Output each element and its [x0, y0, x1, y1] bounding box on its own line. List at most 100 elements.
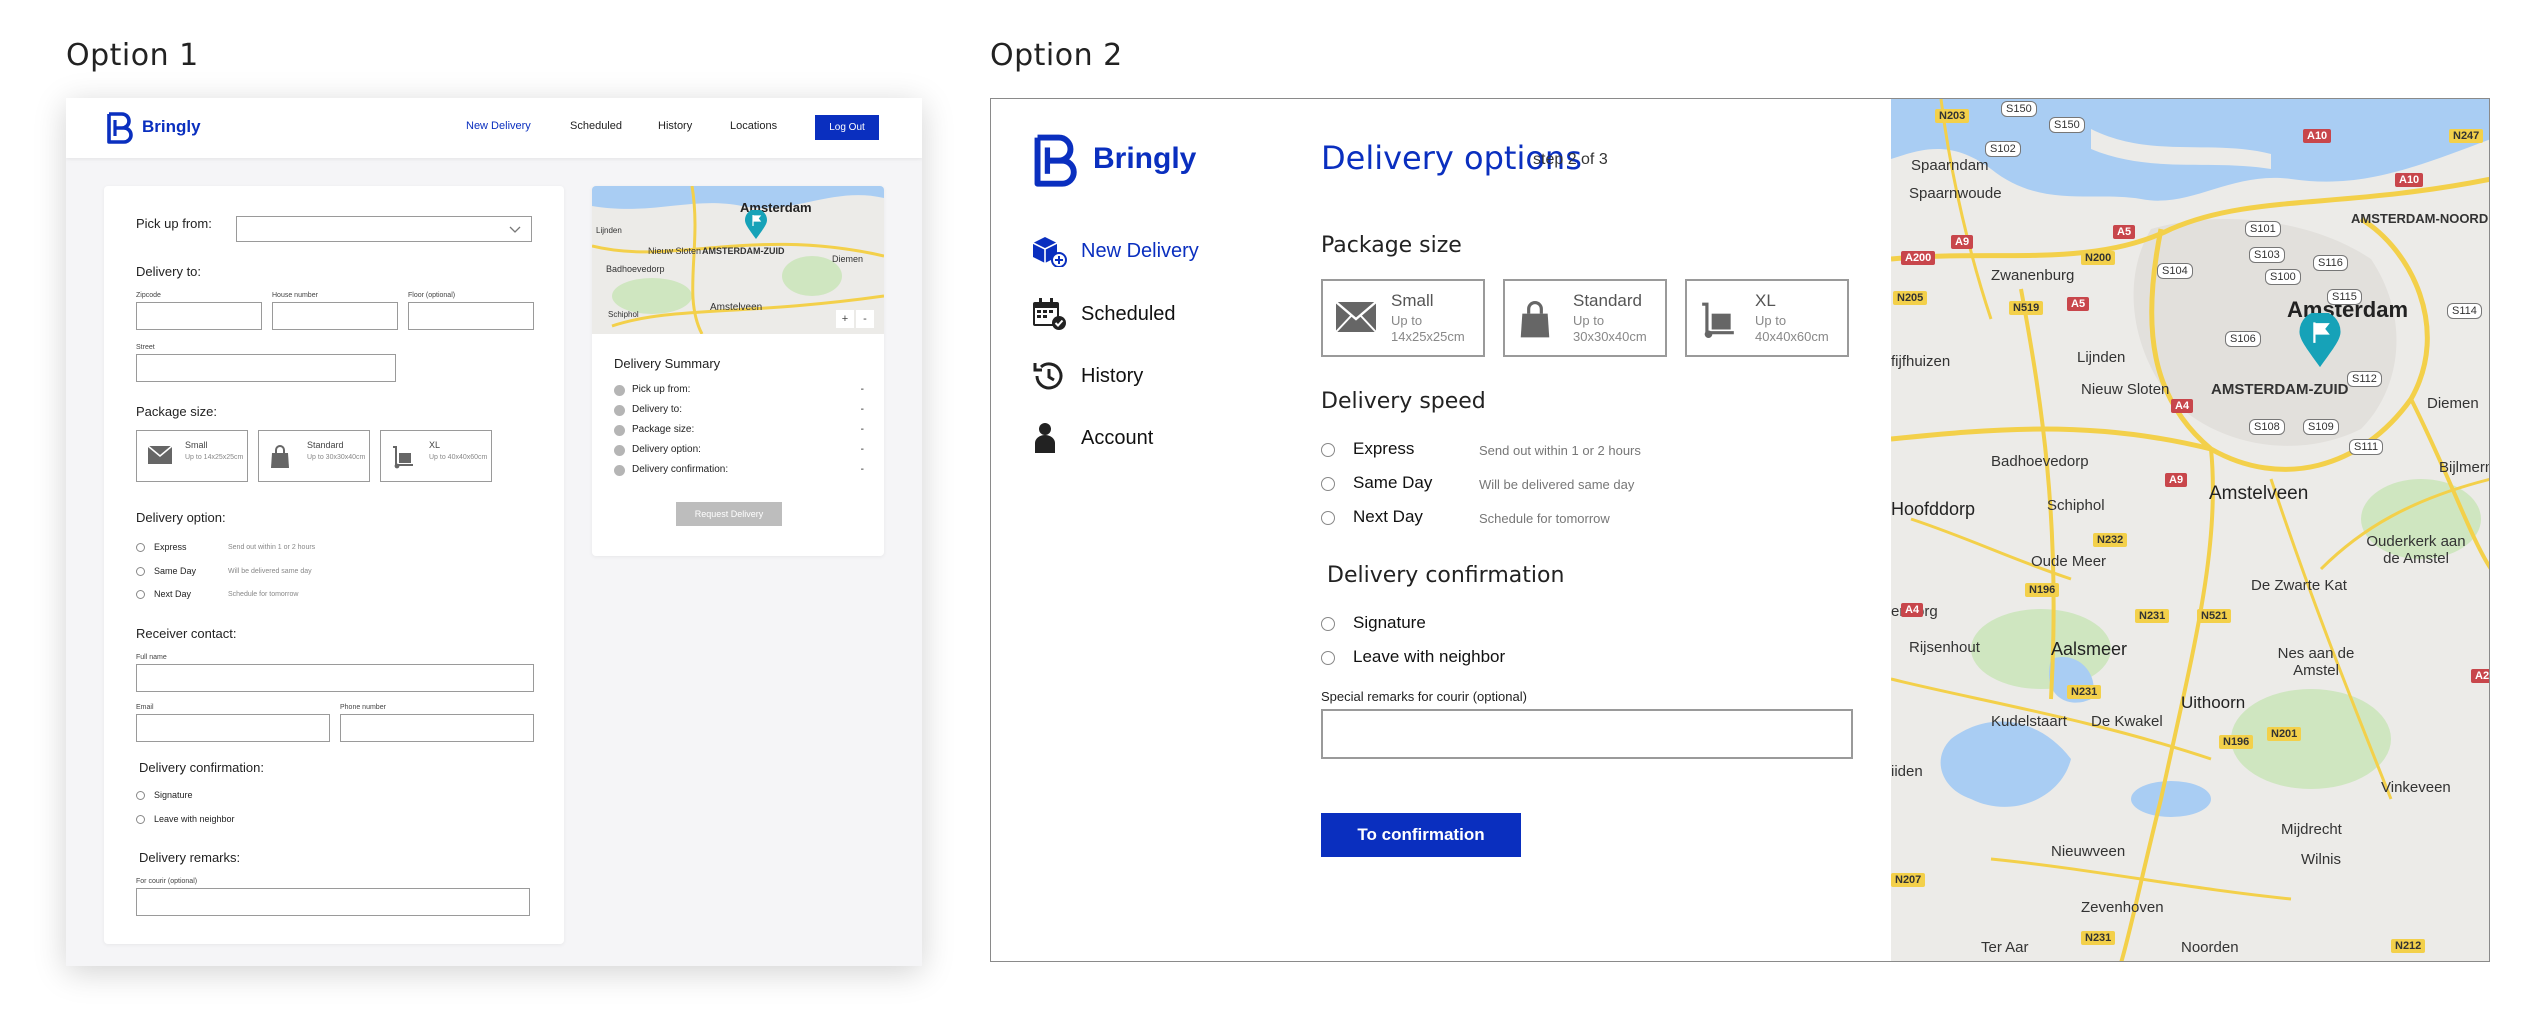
floor-input[interactable] — [408, 302, 534, 330]
full-name-input[interactable] — [136, 664, 534, 692]
map-label: Uithoorn — [2181, 693, 2246, 712]
road-shield: S109 — [2303, 419, 2339, 435]
remarks-input[interactable] — [1321, 709, 1853, 759]
map-label: Nes aan de Amstel — [2277, 645, 2355, 679]
next-day-description: Schedule for tomorrow — [1479, 511, 1610, 526]
package-xl-option[interactable]: XL Up to 40x40x60cm — [1685, 279, 1849, 357]
same-day-label: Same Day — [154, 566, 197, 576]
zipcode-input[interactable] — [136, 302, 262, 330]
package-xl-size: Up to 40x40x60cm — [429, 454, 488, 461]
same-day-radio[interactable] — [1321, 477, 1335, 491]
map-label: Aalsmeer — [2051, 639, 2128, 659]
email-input[interactable] — [136, 714, 330, 742]
logo[interactable]: Bringly — [1029, 131, 1196, 187]
chevron-down-icon — [509, 226, 521, 233]
leave-with-neighbor-radio[interactable] — [1321, 651, 1335, 665]
express-radio[interactable] — [1321, 443, 1335, 457]
road-shield: S115 — [2327, 289, 2362, 305]
road-shield: A5 — [2067, 297, 2090, 311]
nav-history[interactable]: History — [658, 120, 692, 132]
mini-map-label-nieuw-sloten: Nieuw Sloten — [648, 246, 702, 256]
user-icon — [1035, 423, 1055, 453]
logout-button[interactable]: Log Out — [815, 115, 879, 140]
signature-label: Signature — [154, 790, 193, 800]
calendar-check-icon — [1033, 298, 1066, 330]
receiver-contact-label: Receiver contact: — [136, 626, 237, 641]
package-xl-title: XL — [429, 440, 441, 450]
mini-map[interactable]: Amsterdam Nieuw Sloten AMSTERDAM-ZUID Di… — [592, 186, 884, 335]
package-small-option[interactable]: Small Up to 14x25x25cm — [1321, 279, 1485, 357]
map-label: fijfhuizen — [1891, 353, 1951, 370]
nav-new-delivery[interactable]: New Delivery — [466, 120, 531, 132]
phone-input[interactable] — [340, 714, 534, 742]
express-label: Express — [154, 542, 187, 552]
delivery-options-panel: Delivery options step 2 of 3 Package siz… — [1271, 99, 1891, 961]
next-day-radio[interactable] — [136, 590, 145, 599]
express-description: Send out within 1 or 2 hours — [228, 544, 316, 551]
next-day-label: Next Day — [154, 589, 192, 599]
logo[interactable]: Bringly — [104, 110, 201, 144]
house-number-label: House number — [272, 292, 318, 299]
package-standard-option[interactable]: Standard Up to 30x30x40cm — [1503, 279, 1667, 357]
check-icon — [614, 445, 625, 456]
map-label: Badhoevedorp — [1991, 453, 2089, 470]
full-name-label: Full name — [136, 654, 167, 661]
sidebar-item-new-delivery[interactable]: New Delivery — [1031, 235, 1199, 267]
package-xl-option[interactable]: XL Up to 40x40x60cm — [380, 430, 492, 482]
package-small-size: 14x25x25cm — [1391, 329, 1465, 344]
road-shield: N203 — [1935, 109, 1970, 123]
map-label: Spaarndam — [1911, 157, 1989, 174]
road-shield: N519 — [2009, 301, 2044, 315]
summary-key: Delivery confirmation: — [632, 464, 729, 475]
nav-scheduled[interactable]: Scheduled — [570, 120, 622, 132]
option-1-mockup: Bringly New Delivery Scheduled History L… — [66, 98, 922, 966]
map-label: Zwanenburg — [1991, 267, 2075, 284]
pickup-select[interactable] — [236, 216, 532, 242]
shopping-bag-icon — [271, 445, 289, 468]
leave-with-neighbor-radio[interactable] — [136, 815, 145, 824]
floor-label: Floor (optional) — [408, 292, 456, 299]
express-radio[interactable] — [136, 543, 145, 552]
map-label: Nieuw Sloten — [2081, 381, 2170, 398]
signature-radio[interactable] — [1321, 617, 1335, 631]
map-label: De Kwakel — [2091, 713, 2163, 730]
house-number-input[interactable] — [272, 302, 398, 330]
zoom-out-button[interactable]: - — [856, 310, 874, 328]
package-small-option[interactable]: Small Up to 14x25x25cm — [136, 430, 248, 482]
summary-title: Delivery Summary — [614, 356, 721, 371]
road-shield: A9 — [2165, 473, 2188, 487]
sidebar-item-label: Scheduled — [1081, 302, 1176, 325]
sidebar-item-history[interactable]: History — [1031, 359, 1143, 393]
road-shield: S100 — [2265, 269, 2301, 285]
street-input[interactable] — [136, 354, 396, 382]
remarks-input[interactable] — [136, 888, 530, 916]
check-icon — [614, 405, 625, 416]
map-label: Oude Meer — [2031, 553, 2107, 570]
sidebar-item-scheduled[interactable]: Scheduled — [1031, 297, 1176, 331]
map-pin-icon — [745, 210, 767, 239]
zoom-in-button[interactable]: + — [836, 310, 854, 328]
pickup-label: Pick up from: — [136, 216, 212, 231]
road-shield: N232 — [2093, 533, 2128, 547]
map-label: Ouderkerk aan de Amstel — [2366, 533, 2466, 567]
package-standard-option[interactable]: Standard Up to 30x30x40cm — [258, 430, 370, 482]
road-shield: N231 — [2135, 609, 2170, 623]
sidebar: Bringly New Delivery Scheduled History A… — [991, 99, 1271, 961]
same-day-radio[interactable] — [136, 567, 145, 576]
to-confirmation-button[interactable]: To confirmation — [1321, 813, 1521, 857]
mini-map-label-amsterdam-zuid: AMSTERDAM-ZUID — [702, 246, 785, 256]
sidebar-item-account[interactable]: Account — [1031, 421, 1153, 455]
delivery-to-label: Delivery to: — [136, 264, 202, 279]
request-delivery-button[interactable]: Request Delivery — [676, 502, 782, 526]
package-size-heading: Package size — [1321, 233, 1462, 258]
next-day-radio[interactable] — [1321, 511, 1335, 525]
signature-radio[interactable] — [136, 791, 145, 800]
road-shield: S150 — [2001, 101, 2037, 117]
summary-key: Delivery to: — [632, 404, 683, 415]
road-shield: N207 — [1891, 873, 1926, 887]
map-label: Vinkeveen — [2381, 779, 2451, 796]
map-label: Spaarnwoude — [1909, 185, 2002, 202]
sidebar-item-label: History — [1081, 364, 1144, 387]
nav-locations[interactable]: Locations — [730, 120, 777, 132]
map-view[interactable]: Spaarndam Spaarnwoude Zwanenburg Amsterd… — [1891, 99, 2489, 961]
